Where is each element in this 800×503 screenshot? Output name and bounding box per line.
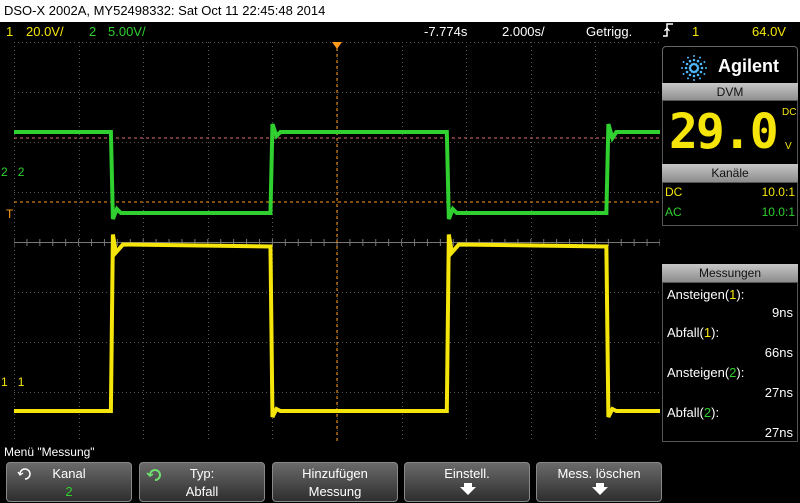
spark-dot [685,62,689,66]
softkey-typ[interactable]: Typ: Abfall [139,462,265,502]
horizontal-delay[interactable]: -7.774s [424,22,467,42]
spark-dot [685,70,689,74]
spark-dot [699,70,703,74]
spark-dot [684,66,688,70]
spark-dot [693,79,695,81]
waveform-svg [14,42,660,442]
title-text: DSO-X 2002A, MY52498332: Sat Oct 11 22:4… [4,3,326,18]
kanal-1-probe: 10.0:1 [761,185,795,199]
ch2-scale[interactable]: 5.00V/ [108,22,146,42]
spark-dot [682,61,685,63]
dvm-header: DVM [662,83,798,101]
kanale-list: DC 10.0:1 AC 10.0:1 [662,182,798,226]
spark-dot [682,73,685,75]
time-scale[interactable]: 2.000s/ [502,22,545,42]
softkey-mess-loeschen-label: Mess. löschen [557,466,641,481]
trigger-level-marker[interactable]: T [6,208,13,220]
spark-dot [688,59,692,63]
measurement-value: 27ns [764,425,793,440]
softkey-hinzufuegen-label: Hinzufügen [302,466,368,481]
measurement-value: 27ns [764,385,793,400]
softkey-kanal-value: 2 [65,484,73,499]
dvm-mode: DC [782,107,797,118]
softkey-kanal-label: Kanal [52,466,86,481]
ch2-ground-marker[interactable]: 22 [1,166,24,178]
softkey-kanal[interactable]: Kanal 2 [6,462,132,502]
ch2-label-right: 2 [17,165,25,179]
brand-box: Agilent [662,46,798,88]
kanale-header: Kanäle [662,164,798,182]
spark-dot [688,73,692,77]
softkey-hinzufuegen-value: Messung [308,484,362,499]
menu-title: Menü "Messung" [4,445,95,459]
measurement-value: 9ns [772,305,793,320]
ch1-number[interactable]: 1 [6,22,13,42]
kanal-2-coupling: AC [665,205,682,219]
ch1-marker-label: 1 [1,375,8,389]
measurement-name: Abfall(2): [667,405,720,420]
dvm-display: 29.0 DC V [662,100,798,166]
softkey-hinzufuegen[interactable]: Hinzufügen Messung [272,462,398,502]
trigger-mode: Getrigg. [586,24,633,39]
trigger-level[interactable]: 64.0V [752,22,786,42]
trigger-position-icon [332,42,342,49]
side-panel: Agilent DVM 29.0 DC V Kanäle DC 10.0:1 A… [660,42,800,443]
spark-dot [699,56,701,59]
softkey-bar: Kanal 2 Typ: Abfall Hinzufügen Messung E… [0,460,800,503]
spark-dot [687,56,689,59]
softkey-mess-loeschen[interactable]: Mess. löschen [536,462,662,502]
title-bar: DSO-X 2002A, MY52498332: Sat Oct 11 22:4… [0,0,800,22]
spark-dot [696,73,700,77]
spark-dot [696,59,700,63]
spark-dot [692,74,696,78]
status-bar: 1 20.0V/ 2 5.00V/ -7.774s 2.000s/ Getrig… [0,22,800,42]
ch1-label-right: 1 [17,375,25,389]
spark-dot [703,73,706,75]
spark-dot [692,58,696,62]
softkey-einstell-label: Einstell. [444,466,490,481]
spark-dot [687,77,689,80]
softkey-einstell[interactable]: Einstell. [404,462,530,502]
kanal-2-probe: 10.0:1 [761,205,795,219]
spark-dot [703,61,706,63]
ch2-marker-label: 2 [1,165,8,179]
spark-dot [700,66,704,70]
ch1-ground-marker[interactable]: 11 [1,376,24,388]
measurement-value: 66ns [764,345,793,360]
spark-dot [699,62,703,66]
softkey-typ-label: Typ: [189,466,215,481]
messungen-list: Ansteigen(1): 9ns Abfall(1): 66ns Anstei… [662,282,798,442]
brand-logo-text: Agilent [718,56,779,76]
kanal-1-coupling: DC [665,185,683,199]
agilent-spark-icon [681,55,707,86]
measurement-name: Ansteigen(2): [667,365,745,380]
ch1-scale[interactable]: 20.0V/ [26,22,64,42]
spark-dot [696,64,699,68]
trigger-source: 1 [692,24,700,39]
measurement-name: Abfall(1): [667,325,720,340]
softkey-typ-value: Abfall [185,484,219,499]
messungen-header: Messungen [662,264,798,282]
dvm-unit: V [785,141,792,152]
ch2-number[interactable]: 2 [89,22,96,42]
spark-dot [699,77,701,80]
spark-dot [705,67,707,69]
trigger-marker-label: T [6,207,14,221]
waveform-display[interactable] [14,42,660,442]
measurement-name: Ansteigen(1): [667,287,745,302]
spark-dot [681,67,683,69]
rising-edge-icon [662,22,674,44]
dvm-value: 29.0 [669,104,779,160]
spark-dot [693,55,695,57]
